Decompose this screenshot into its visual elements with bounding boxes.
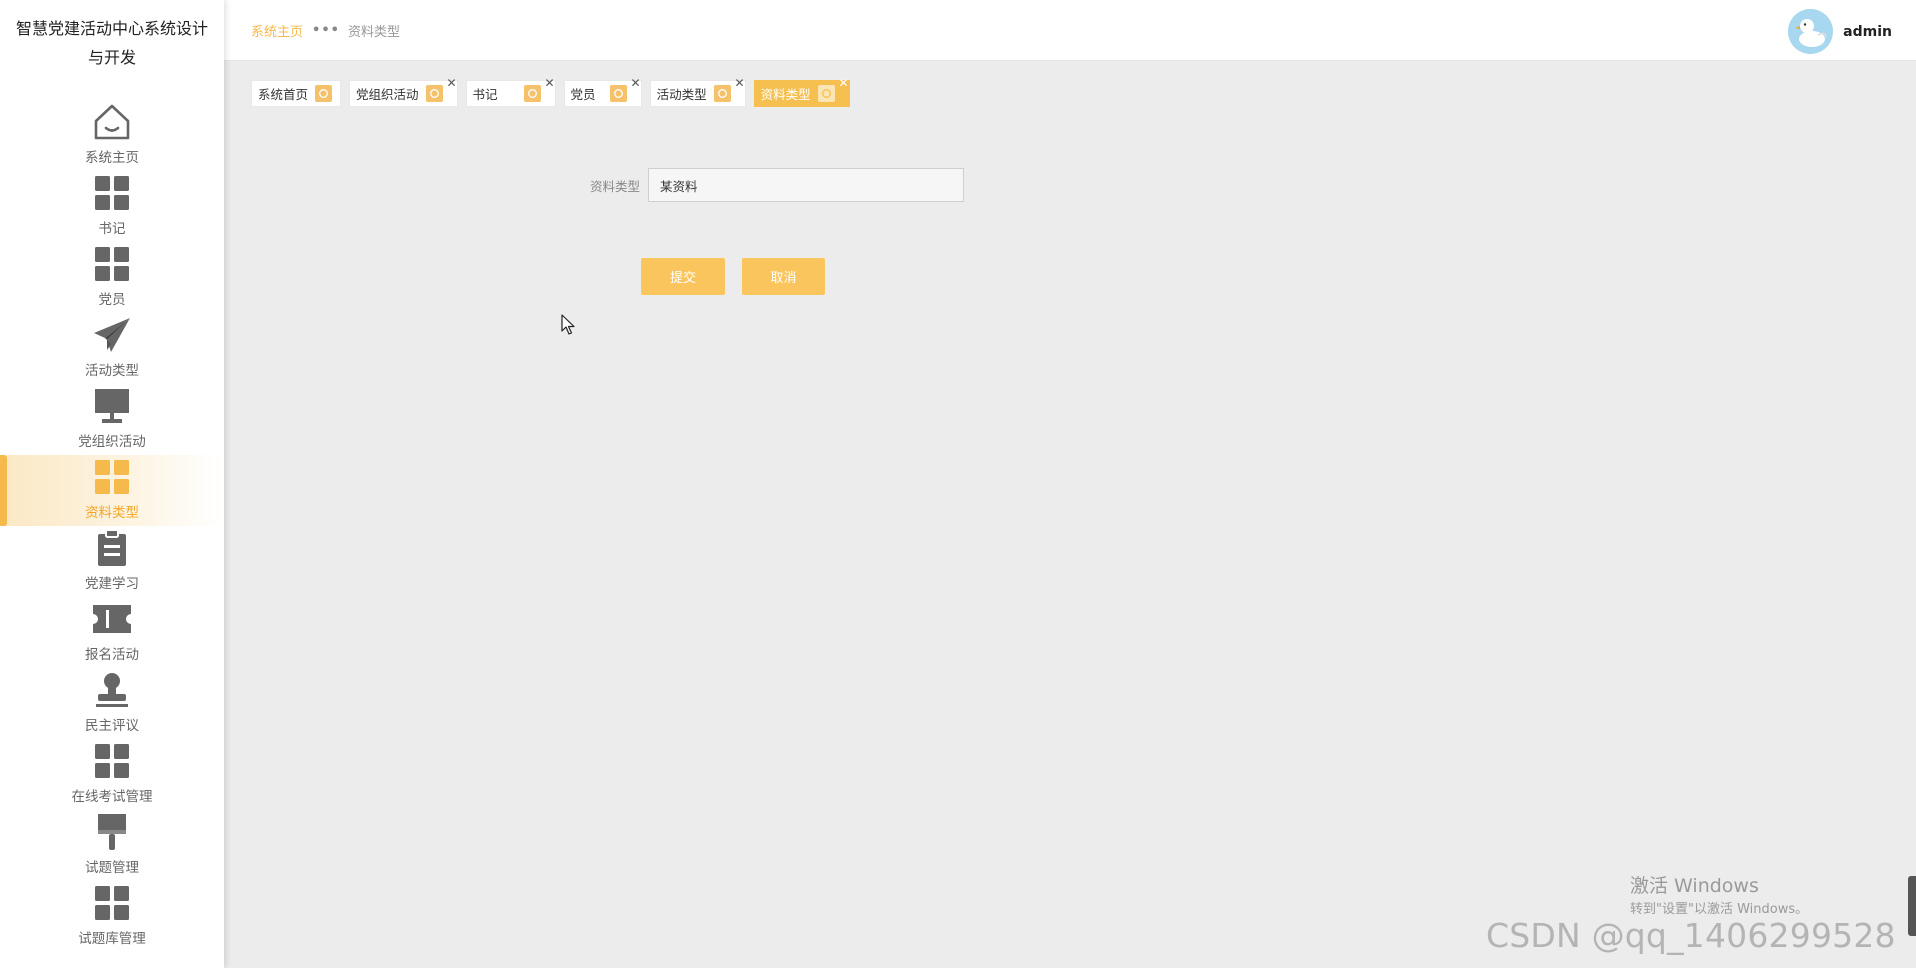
tags-bar: 系统首页 党组织活动 ✕ 书记 ✕ 党员 ✕ 活动类型 ✕ 资料类型 ✕ [251,77,858,107]
sidebar-item-label: 系统主页 [85,150,139,166]
sidebar-item-label: 报名活动 [85,647,139,663]
sidebar-item-label: 资料类型 [85,505,139,521]
app-title: 智慧党建活动中心系统设计与开发 [16,19,209,67]
breadcrumb-home-link[interactable]: 系统主页 [251,21,303,40]
refresh-icon[interactable] [425,85,443,102]
tag-label: 党组织活动 [356,87,419,102]
csdn-watermark: CSDN @qq_1406299528 [1486,916,1896,955]
sidebar-item-activity-type[interactable]: 活动类型 [0,313,224,384]
submit-button[interactable]: 提交 [641,258,725,295]
close-icon[interactable]: ✕ [839,77,849,89]
breadcrumb-separator-icon: ••• [312,23,340,38]
tag-material-type[interactable]: 资料类型 ✕ [753,77,850,107]
home-icon [90,102,134,142]
user-menu[interactable]: admin [1788,9,1892,54]
ticket-icon [90,599,134,639]
windows-activation-title: 激活 Windows [1630,875,1759,897]
sidebar-item-label: 试题管理 [85,860,139,876]
sidebar-item-label: 活动类型 [85,363,139,379]
refresh-icon[interactable] [817,85,835,102]
monitor-icon [90,386,134,426]
tag-label: 系统首页 [258,87,309,102]
sidebar-item-signup[interactable]: 报名活动 [0,597,224,668]
sidebar-item-secretary[interactable]: 书记 [0,171,224,242]
sidebar-item-label: 民主评议 [85,718,139,734]
grid-icon [90,173,134,213]
sidebar-item-label: 在线考试管理 [71,789,153,805]
sidebar-item-label: 书记 [98,221,126,237]
sidebar-item-study[interactable]: 党建学习 [0,526,224,597]
material-type-input[interactable] [648,168,964,202]
close-icon[interactable]: ✕ [631,77,641,89]
tag-label: 资料类型 [760,87,811,102]
sidebar-item-home[interactable]: 系统主页 [0,100,224,171]
duck-icon [1788,9,1834,54]
tag-home[interactable]: 系统首页 [251,80,342,107]
stamp-icon [90,670,134,710]
grid-icon [90,244,134,284]
top-bar: 系统主页 ••• 资料类型 admin [224,0,1916,61]
paper-plane-icon [90,315,134,355]
tag-secretary[interactable]: 书记 ✕ [465,77,556,107]
cancel-button[interactable]: 取消 [742,258,825,295]
refresh-icon[interactable] [523,85,541,102]
sidebar-item-members[interactable]: 党员 [0,242,224,313]
sidebar-item-review[interactable]: 民主评议 [0,668,224,739]
refresh-icon[interactable] [609,85,627,102]
tag-activity-type[interactable]: 活动类型 ✕ [649,77,746,107]
grid-icon [90,883,134,923]
tag-label: 党员 [570,87,596,102]
sidebar-item-material-type[interactable]: 资料类型 [0,455,224,526]
material-type-label: 资料类型 [589,178,640,194]
refresh-icon[interactable] [713,85,731,102]
close-icon[interactable]: ✕ [735,77,745,89]
sidebar-item-label: 党组织活动 [78,434,146,450]
brush-icon [90,812,134,852]
username[interactable]: admin [1843,24,1892,40]
clipboard-icon [90,528,134,568]
material-type-form-row: 资料类型 [580,168,964,202]
tag-org-activity[interactable]: 党组织活动 ✕ [349,77,458,107]
breadcrumb-current: 资料类型 [347,25,400,40]
sidebar-item-question-bank[interactable]: 试题库管理 [0,881,224,952]
sidebar-item-online-exam[interactable]: 在线考试管理 [0,739,224,810]
windows-activation-watermark: 激活 Windows 转到"设置"以激活 Windows。 [1630,874,1808,920]
sidebar-item-org-activity[interactable]: 党组织活动 [0,384,224,455]
tag-label: 书记 [472,87,498,102]
tag-label: 活动类型 [656,87,707,102]
edge-widget[interactable] [1908,876,1916,936]
close-icon[interactable]: ✕ [544,77,554,89]
close-icon[interactable]: ✕ [446,77,456,89]
refresh-icon[interactable] [315,85,333,102]
mouse-cursor-icon [561,314,575,335]
avatar[interactable] [1788,9,1834,54]
tag-members[interactable]: 党员 ✕ [563,77,642,107]
sidebar-item-label: 试题库管理 [78,931,146,947]
sidebar-item-label: 党建学习 [85,576,139,592]
sidebar-item-label: 党员 [98,292,126,308]
grid-icon [90,741,134,781]
breadcrumb: 系统主页 ••• 资料类型 [251,21,400,40]
sidebar-item-questions[interactable]: 试题管理 [0,810,224,881]
sidebar: 智慧党建活动中心系统设计与开发 系统主页 书记 党员 活动类型 党组织活动 资料… [0,0,224,968]
grid-icon [90,457,134,497]
